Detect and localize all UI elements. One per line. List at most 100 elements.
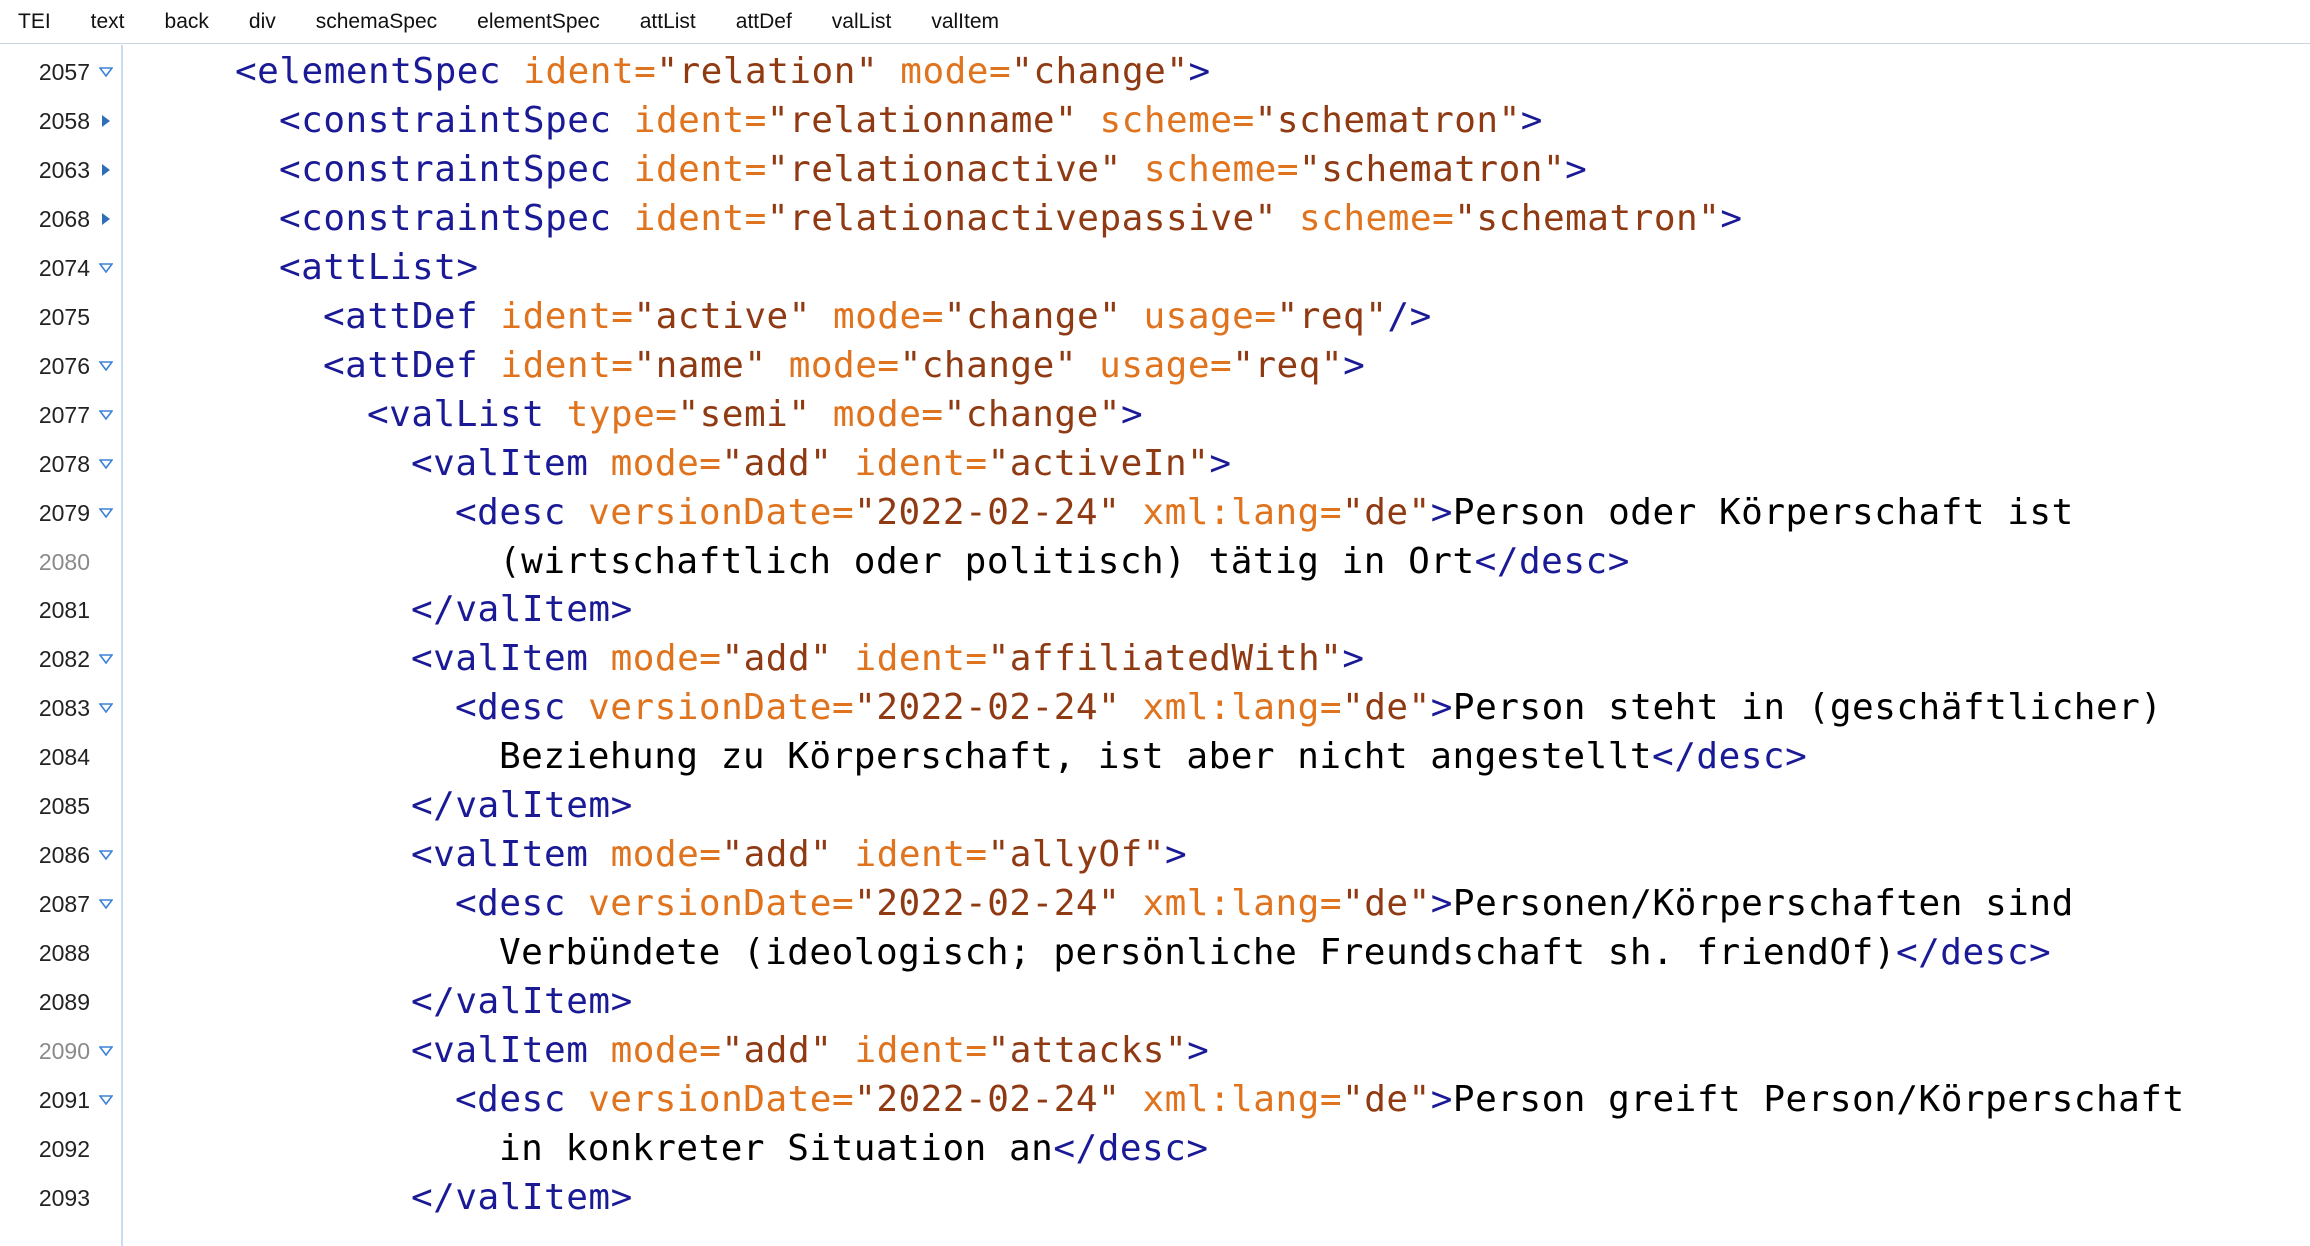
- xml-tag: <attDef: [323, 344, 479, 386]
- fold-expanded-icon[interactable]: [96, 1075, 116, 1125]
- xml-attribute-name: mode=: [610, 1030, 722, 1071]
- xml-tag: <constraintSpec: [279, 197, 612, 239]
- xml-text: Person steht in (geschäftlicher): [1452, 687, 2163, 729]
- code-line[interactable]: <attDef ident="name" mode="change" usage…: [125, 341, 2310, 391]
- code-line[interactable]: </valItem>: [125, 1173, 2310, 1223]
- fold-expanded-icon[interactable]: [96, 488, 116, 538]
- fold-expanded-icon[interactable]: [96, 830, 116, 880]
- fold-expanded-icon[interactable]: [96, 341, 116, 391]
- xml-text: [832, 443, 854, 484]
- code-line[interactable]: (wirtschaftlich oder politisch) tätig in…: [125, 537, 2310, 587]
- fold-expanded-icon[interactable]: [96, 879, 116, 929]
- code-text: </valItem>: [411, 977, 633, 1027]
- xml-text: Verbündete (ideologisch; persönliche Fre…: [499, 932, 1896, 974]
- fold-expanded-icon[interactable]: [96, 634, 116, 684]
- line-number: 2078: [38, 450, 90, 477]
- line-number-gutter: 2057 2058 2063 2068 2074 2075 2076 2077 2078 2079…: [0, 45, 123, 1246]
- xml-tag: </valItem>: [411, 981, 633, 1023]
- fold-expanded-icon[interactable]: [96, 243, 116, 293]
- code-line[interactable]: </valItem>: [125, 781, 2310, 831]
- xml-text: [588, 1030, 610, 1071]
- xml-attribute-name: mode=: [788, 344, 900, 386]
- code-line[interactable]: </valItem>: [125, 977, 2310, 1027]
- xml-tag: <attDef: [323, 295, 479, 337]
- gutter-row: 2092: [0, 1124, 121, 1174]
- breadcrumb-item-schemaspec[interactable]: schemaSpec: [316, 10, 437, 34]
- xml-text: [566, 883, 588, 924]
- code-line[interactable]: <elementSpec ident="relation" mode="chan…: [125, 47, 2310, 97]
- code-line[interactable]: <valItem mode="add" ident="attacks">: [125, 1026, 2310, 1076]
- code-line[interactable]: <constraintSpec ident="relationactivepas…: [125, 194, 2310, 244]
- code-text: <attDef ident="name" mode="change" usage…: [323, 341, 1365, 391]
- code-line[interactable]: <valItem mode="add" ident="affiliatedWit…: [125, 634, 2310, 684]
- xml-text: [588, 443, 610, 484]
- line-number: 2079: [38, 499, 90, 526]
- xml-tag: <desc: [455, 491, 566, 533]
- xml-text: [1077, 345, 1099, 386]
- fold-expanded-icon[interactable]: [96, 439, 116, 489]
- line-number: 2081: [38, 597, 90, 624]
- code-text: <valItem mode="add" ident="affiliatedWit…: [411, 634, 1365, 684]
- gutter-row: 2083: [0, 683, 121, 733]
- gutter-row: 2086: [0, 830, 121, 880]
- xml-tag: >: [1343, 344, 1366, 386]
- code-editor[interactable]: <elementSpec ident="relation" mode="chan…: [125, 45, 2310, 1246]
- code-line[interactable]: Beziehung zu Körperschaft, ist aber nich…: [125, 732, 2310, 782]
- code-line[interactable]: <desc versionDate="2022-02-24" xml:lang=…: [125, 879, 2310, 929]
- code-line[interactable]: in konkreter Situation an</desc>: [125, 1124, 2310, 1174]
- xml-attribute-value: "change": [1011, 51, 1189, 92]
- code-line[interactable]: <attList>: [125, 243, 2310, 293]
- xml-attribute-value: "de": [1342, 883, 1431, 925]
- fold-expanded-icon[interactable]: [96, 47, 116, 97]
- breadcrumb-item-text[interactable]: text: [91, 10, 125, 34]
- breadcrumb-item-valitem[interactable]: valItem: [931, 10, 999, 34]
- gutter-row: 2063: [0, 145, 121, 195]
- code-line[interactable]: <constraintSpec ident="relationactive" s…: [125, 145, 2310, 195]
- fold-collapsed-icon[interactable]: [96, 145, 116, 195]
- xml-attribute-value: "active": [633, 295, 811, 337]
- breadcrumb-item-elementspec[interactable]: elementSpec: [477, 10, 600, 34]
- xml-tag: >: [1565, 148, 1588, 190]
- code-line[interactable]: <constraintSpec ident="relationname" sch…: [125, 96, 2310, 146]
- xml-text: Person oder Körperschaft ist: [1452, 491, 2074, 533]
- breadcrumb-item-div[interactable]: div: [249, 10, 276, 34]
- code-line[interactable]: </valItem>: [125, 585, 2310, 635]
- code-line[interactable]: <desc versionDate="2022-02-24" xml:lang=…: [125, 1075, 2310, 1125]
- breadcrumb-item-back[interactable]: back: [165, 10, 209, 34]
- code-line[interactable]: <attDef ident="active" mode="change" usa…: [125, 292, 2310, 342]
- xml-attribute-name: ident=: [854, 638, 988, 680]
- breadcrumb-item-attlist[interactable]: attList: [640, 10, 696, 34]
- xml-tag: <attList>: [279, 246, 479, 288]
- xml-text: [478, 345, 500, 386]
- code-line[interactable]: <valList type="semi" mode="change">: [125, 390, 2310, 440]
- gutter-row: 2078: [0, 439, 121, 489]
- fold-expanded-icon[interactable]: [96, 1026, 116, 1076]
- fold-expanded-icon[interactable]: [96, 390, 116, 440]
- xml-tag: >: [1120, 393, 1144, 435]
- code-line[interactable]: <valItem mode="add" ident="activeIn">: [125, 439, 2310, 489]
- xml-text: in konkreter Situation an: [499, 1127, 1054, 1169]
- fold-collapsed-icon[interactable]: [96, 96, 116, 146]
- xml-tag: <valItem: [411, 638, 589, 680]
- code-line[interactable]: <desc versionDate="2022-02-24" xml:lang=…: [125, 683, 2310, 733]
- xml-text: Person greift Person/Körperschaft: [1452, 1078, 2185, 1120]
- line-number: 2058: [38, 107, 90, 134]
- line-number: 2076: [38, 352, 90, 379]
- xml-text: [612, 100, 634, 141]
- xml-text: [832, 1030, 854, 1071]
- breadcrumb-item-vallist[interactable]: valList: [832, 10, 892, 34]
- breadcrumb-item-tei[interactable]: TEI: [18, 10, 51, 34]
- fold-expanded-icon[interactable]: [96, 683, 116, 733]
- xml-text: [1121, 296, 1143, 337]
- fold-collapsed-icon[interactable]: [96, 194, 116, 244]
- xml-attribute-value: "2022-02-24": [854, 1078, 1121, 1120]
- code-line[interactable]: <desc versionDate="2022-02-24" xml:lang=…: [125, 488, 2310, 538]
- xml-text: [1120, 492, 1142, 533]
- breadcrumb-item-attdef[interactable]: attDef: [736, 10, 792, 34]
- code-line[interactable]: <valItem mode="add" ident="allyOf">: [125, 830, 2310, 880]
- code-line[interactable]: Verbündete (ideologisch; persönliche Fre…: [125, 928, 2310, 978]
- xml-tag: </desc>: [1053, 1127, 1209, 1169]
- line-number: 2089: [38, 989, 90, 1016]
- xml-tag: <constraintSpec: [279, 148, 612, 190]
- gutter-row: 2068: [0, 194, 121, 244]
